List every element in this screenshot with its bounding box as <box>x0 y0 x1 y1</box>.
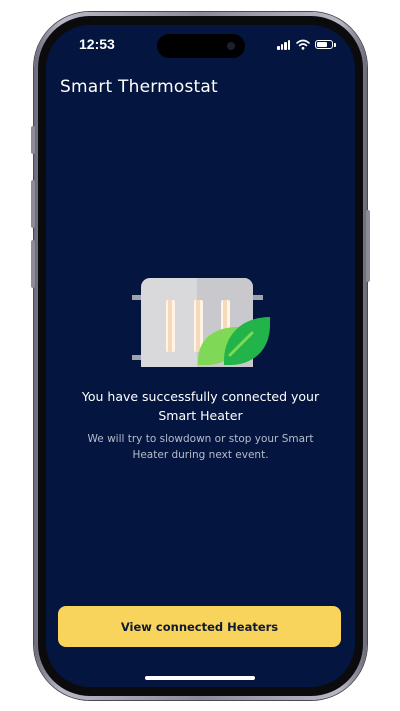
wifi-icon <box>296 39 310 50</box>
app-screen: 12:53 Smart Thermostat You have successf… <box>46 25 355 687</box>
page-title: Smart Thermostat <box>60 77 218 97</box>
dynamic-island <box>157 34 245 58</box>
battery-icon <box>315 39 336 49</box>
success-subtext: We will try to slowdown or stop your Sma… <box>87 433 314 461</box>
signal-icon <box>277 39 291 50</box>
view-connected-heaters-button[interactable]: View connected Heaters <box>58 606 341 647</box>
power-button <box>366 210 370 282</box>
camera-icon <box>227 42 235 50</box>
volume-down-button <box>31 240 35 288</box>
volume-up-button <box>31 180 35 228</box>
success-headline: You have successfully connected your Sma… <box>81 389 320 423</box>
heater-with-leaf-icon <box>132 278 270 367</box>
home-indicator[interactable] <box>145 676 255 680</box>
status-time: 12:53 <box>79 36 115 52</box>
status-icons <box>277 38 336 50</box>
action-button <box>31 126 35 154</box>
